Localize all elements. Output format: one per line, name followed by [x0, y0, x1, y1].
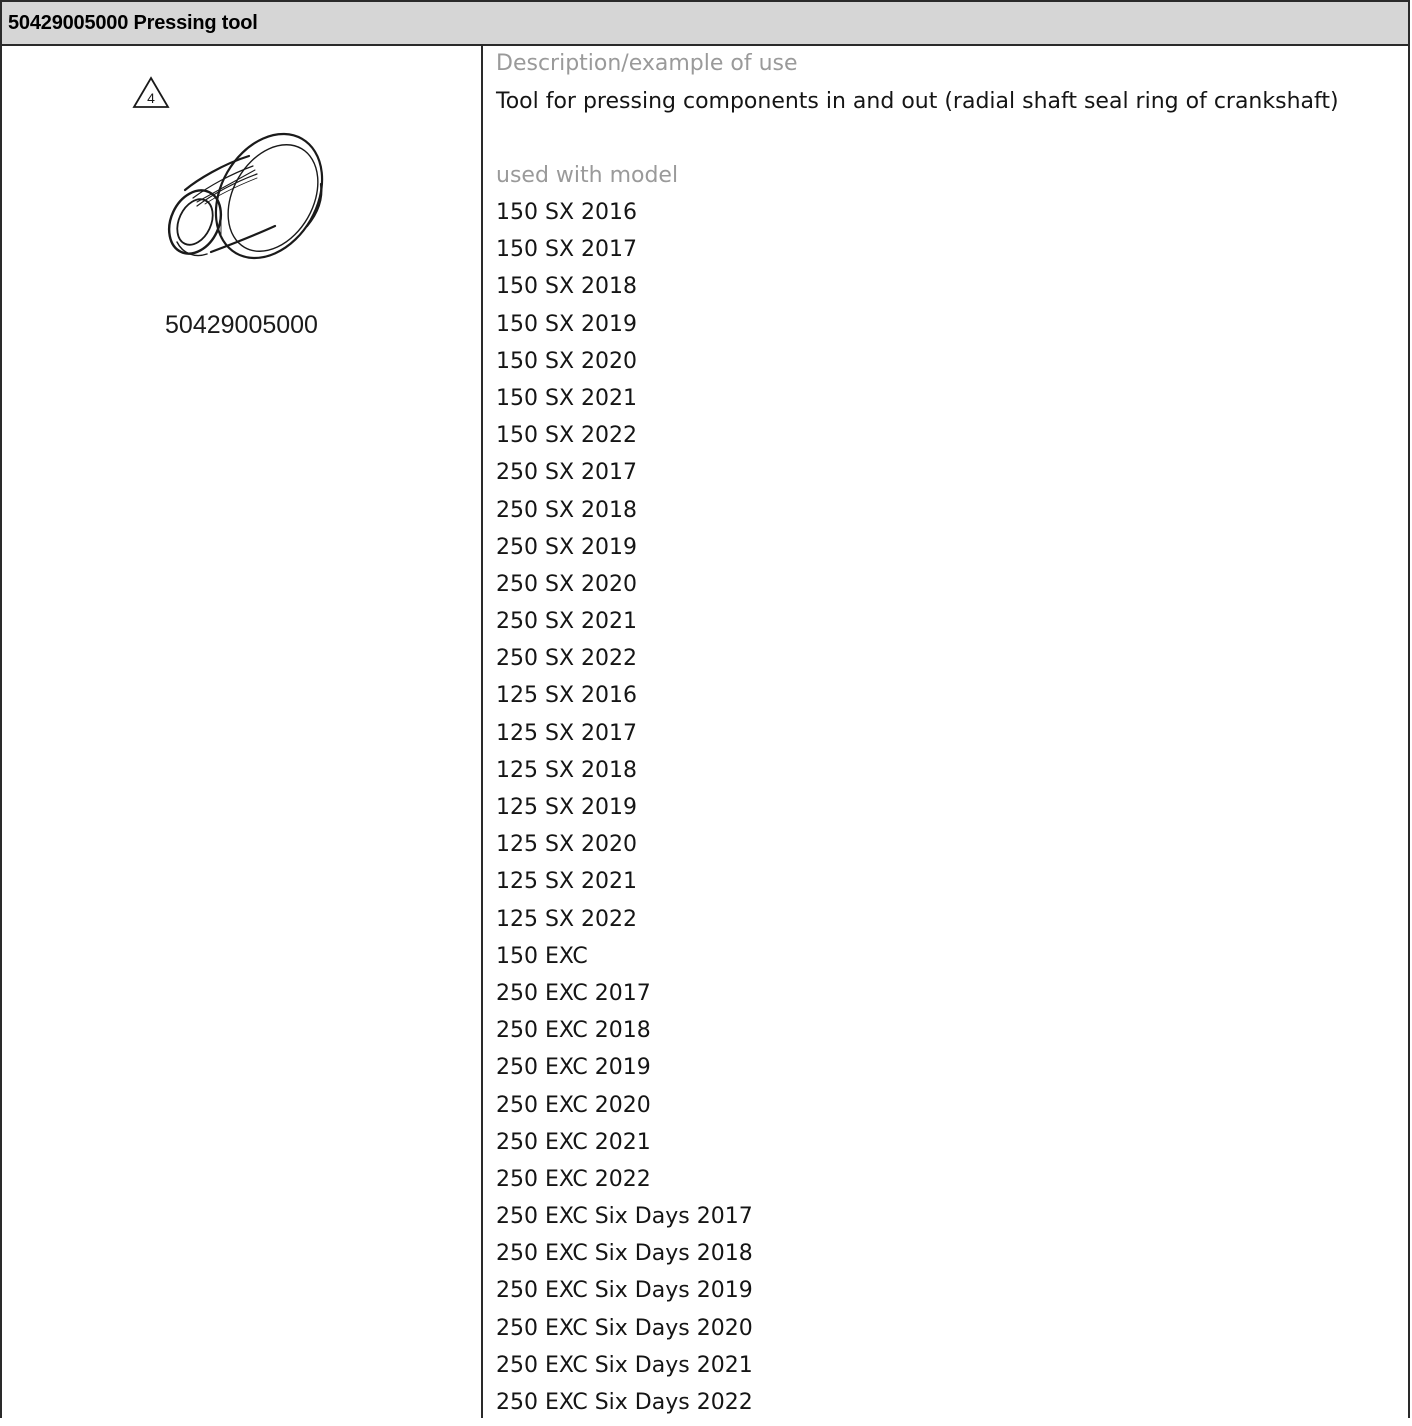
list-item: 125 SX 2021 [496, 869, 638, 895]
warning-triangle-icon: 4 [132, 76, 170, 108]
list-item: 125 SX 2019 [496, 795, 638, 820]
list-item: 250 EXC 2018 [496, 1018, 651, 1044]
list-item: 250 SX 2017 [496, 460, 638, 486]
list-item: 250 EXC 2017 [496, 980, 651, 1006]
description-label: Description/example of use [496, 51, 798, 76]
tool-image-column: 4 50429005000 [2, 46, 481, 1418]
list-item: 125 SX 2022 [496, 906, 638, 932]
list-item: 250 EXC Six Days 2021 [496, 1352, 753, 1378]
list-item: 150 SX 2018 [496, 274, 638, 300]
list-item: 150 SX 2019 [496, 311, 638, 337]
list-item: 250 EXC 2019 [496, 1055, 651, 1081]
list-item: 250 SX 2022 [496, 646, 638, 672]
list-item: 250 EXC Six Days 2022 [496, 1390, 753, 1415]
list-item: 125 SX 2016 [496, 683, 638, 709]
list-item: 150 SX 2022 [496, 423, 638, 449]
description-text: Tool for pressing components in and out … [496, 89, 1339, 114]
list-item: 250 EXC Six Days 2017 [496, 1204, 753, 1230]
list-item: 150 EXC [496, 943, 588, 969]
list-item: 150 SX 2016 [496, 200, 638, 225]
part-number-label: 50429005000 [165, 311, 318, 339]
models-label: used with model [496, 163, 679, 188]
page-title: 50429005000 Pressing tool [8, 12, 258, 34]
tool-header: 50429005000 Pressing tool [2, 0, 1408, 46]
list-item: 250 EXC Six Days 2019 [496, 1278, 753, 1304]
list-item: 150 SX 2017 [496, 237, 638, 263]
warning-number: 4 [147, 90, 155, 106]
pressing-tool-illustration [167, 132, 324, 260]
column-divider [481, 46, 483, 1418]
list-item: 250 SX 2018 [496, 497, 638, 523]
list-item: 125 SX 2017 [496, 720, 638, 746]
list-item: 250 EXC 2022 [496, 1166, 651, 1192]
list-item: 150 SX 2020 [496, 348, 638, 374]
list-item: 250 SX 2020 [496, 571, 638, 597]
list-item: 250 EXC Six Days 2020 [496, 1315, 753, 1341]
list-item: 250 EXC Six Days 2018 [496, 1241, 753, 1267]
list-item: 125 SX 2020 [496, 832, 638, 858]
tool-sheet: 50429005000 Pressing tool 4 50429005000 … [0, 0, 1410, 1418]
list-item: 150 SX 2021 [496, 385, 638, 411]
list-item: 250 EXC 2020 [496, 1092, 651, 1118]
model-list: 150 SX 2016 150 SX 2017 150 SX 2018 150 … [496, 199, 753, 1426]
list-item: 250 EXC 2021 [496, 1129, 651, 1155]
list-item: 250 SX 2019 [496, 534, 638, 560]
list-item: 125 SX 2018 [496, 757, 638, 783]
list-item: 250 SX 2021 [496, 609, 638, 635]
